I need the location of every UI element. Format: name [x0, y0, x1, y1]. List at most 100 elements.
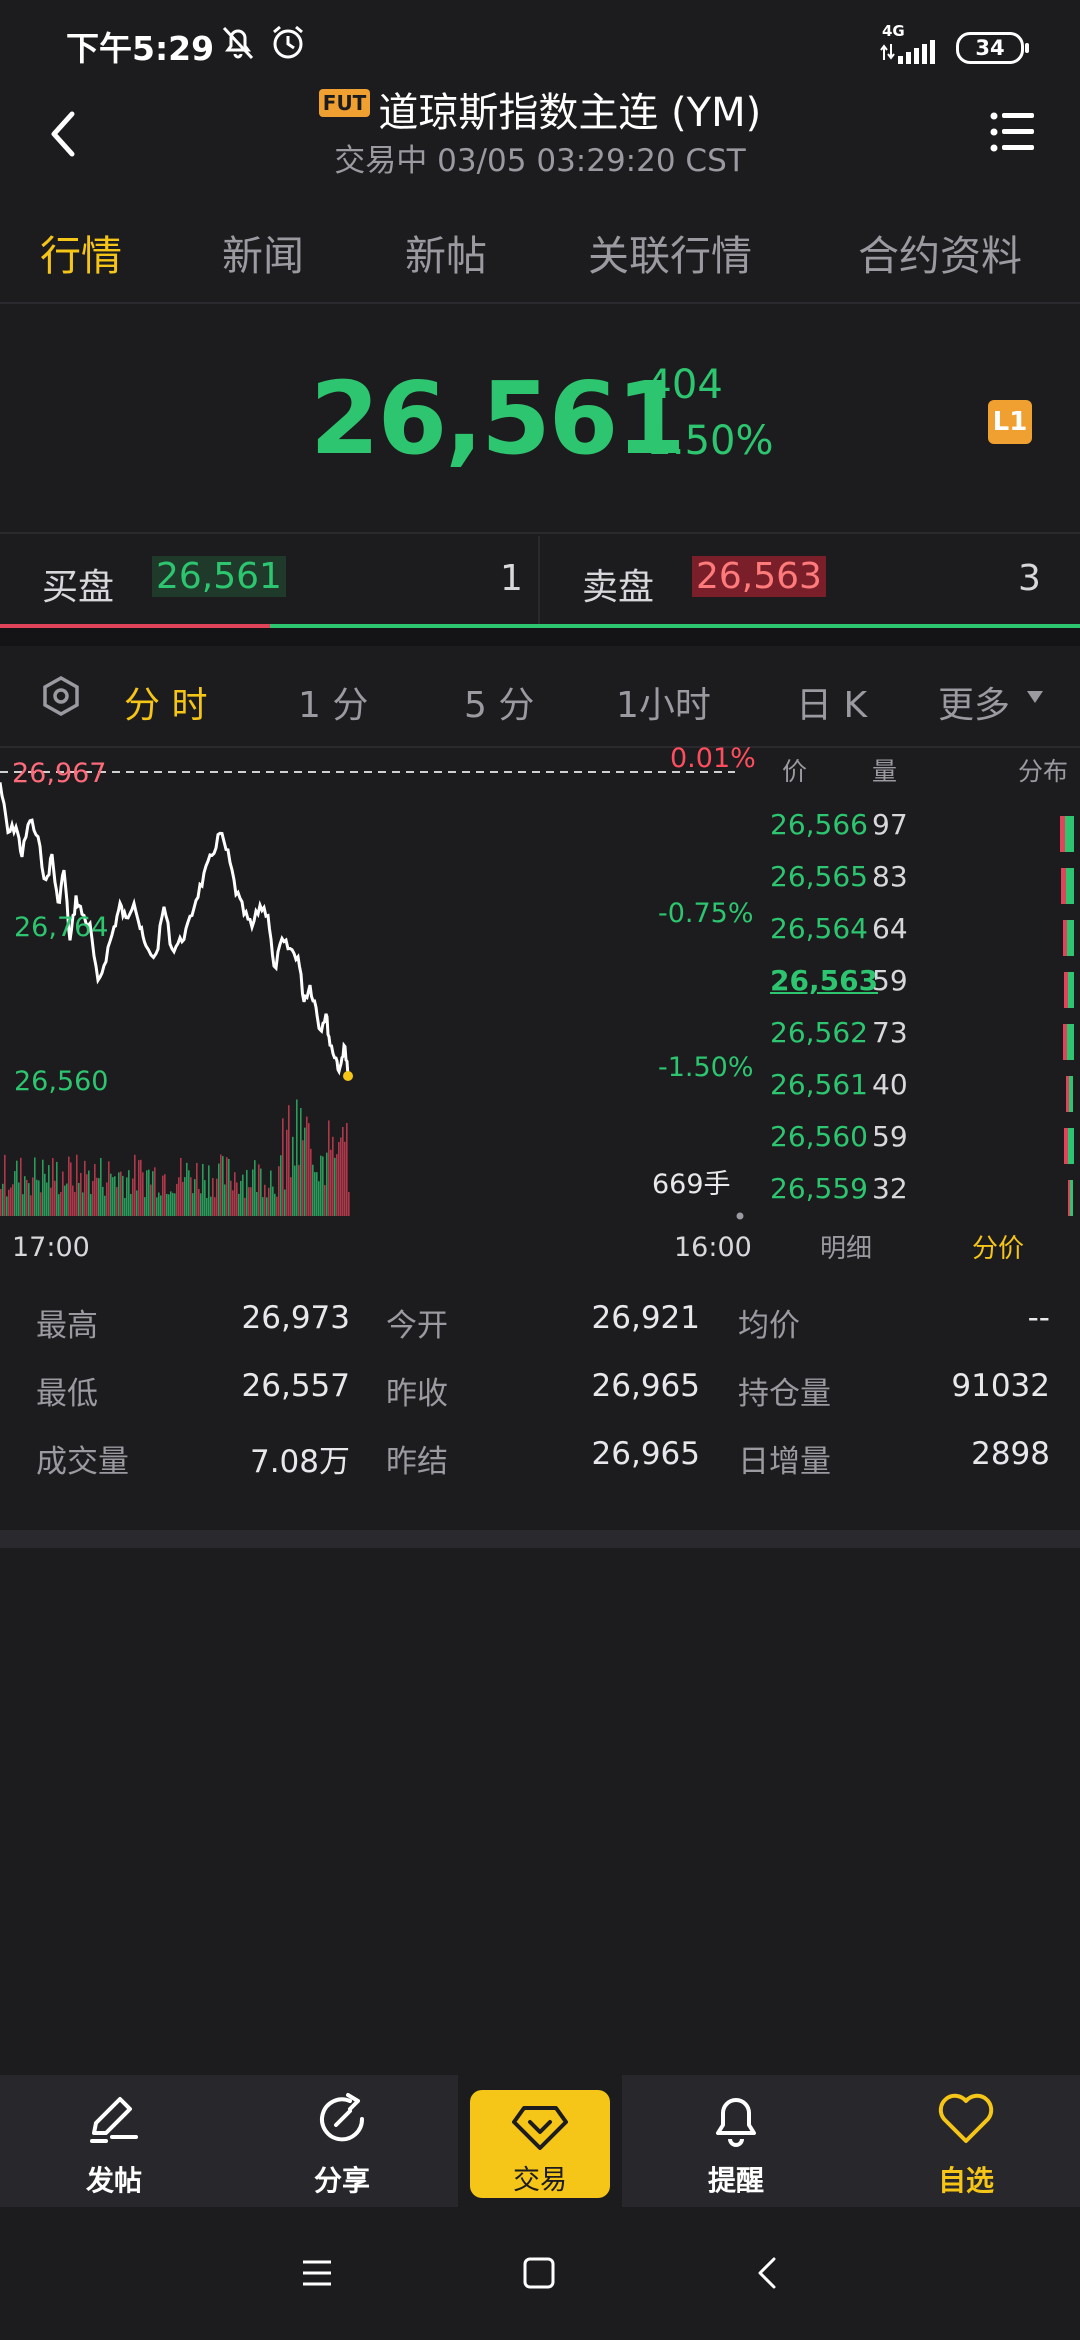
period-tab-intraday[interactable]: 分 时 [124, 676, 207, 728]
volume-bar [76, 1154, 78, 1216]
tab-contract-info[interactable]: 合约资料 [858, 222, 1022, 282]
edit-icon [90, 2097, 138, 2143]
order-book-detail-tab[interactable]: 明细 [820, 1228, 872, 1265]
volume-bar [80, 1172, 82, 1216]
menu-icon[interactable] [990, 110, 1036, 154]
chart-time-start: 17:00 [12, 1232, 90, 1263]
volume-bar [206, 1197, 208, 1216]
nav-post-button[interactable]: 发帖 [44, 2075, 184, 2207]
nav-trade-button[interactable]: 交易 [470, 2090, 610, 2198]
bell-icon [716, 2098, 756, 2147]
order-book-row: 26,564 64 [770, 912, 1080, 964]
volume-bar [0, 1188, 2, 1216]
volume-bar [214, 1197, 216, 1216]
period-tab-5min[interactable]: 5 分 [464, 676, 534, 728]
order-book-row: 26,560 59 [770, 1120, 1080, 1172]
nav-watchlist-button[interactable]: 自选 [896, 2075, 1036, 2207]
order-book-volume: 73 [872, 1016, 908, 1049]
volume-bar [82, 1192, 84, 1216]
volume-bar [30, 1195, 32, 1216]
volume-bar [28, 1183, 30, 1216]
volume-bar [290, 1177, 292, 1216]
trade-icon [512, 2106, 568, 2150]
period-tab-more[interactable]: 更多 [938, 676, 1010, 728]
volume-bar [238, 1193, 240, 1216]
period-tab-daily[interactable]: 日 K [796, 676, 867, 728]
order-book-header-volume: 量 [872, 757, 898, 786]
tab-quote[interactable]: 行情 [40, 222, 122, 282]
chart-settings-icon[interactable] [40, 675, 82, 717]
volume-bar [310, 1148, 312, 1216]
volume-bar [264, 1184, 266, 1216]
order-book-row: 26,566 97 [770, 808, 1080, 860]
nav-alert-button[interactable]: 提醒 [666, 2075, 806, 2207]
battery-indicator: 34 [956, 32, 1029, 64]
volume-bar [320, 1155, 322, 1216]
distribution-bar-buy [1067, 920, 1074, 956]
volume-bar [4, 1154, 6, 1216]
home-icon[interactable] [522, 2256, 556, 2290]
level-badge[interactable]: L1 [988, 400, 1032, 444]
tab-posts[interactable]: 新帖 [405, 222, 487, 282]
distribution-bar-buy [1069, 1076, 1073, 1112]
volume-bar [170, 1191, 172, 1216]
recent-apps-icon[interactable] [300, 2256, 334, 2290]
volume-bar [118, 1172, 120, 1216]
period-tab-1hour[interactable]: 1小时 [616, 676, 711, 728]
volume-bar [254, 1160, 256, 1216]
volume-bar [190, 1177, 192, 1216]
tab-related[interactable]: 关联行情 [588, 222, 752, 282]
volume-bar [136, 1190, 138, 1216]
stat-value-prev-close: 26,965 [591, 1368, 700, 1404]
volume-bar [142, 1172, 144, 1216]
stat-value-low: 26,557 [241, 1368, 350, 1404]
period-tab-1min[interactable]: 1 分 [298, 676, 368, 728]
order-book-price: 26,565 [770, 860, 868, 893]
volume-bar [94, 1164, 96, 1216]
system-back-icon[interactable] [752, 2256, 782, 2290]
nav-share-button[interactable]: 分享 [272, 2075, 412, 2207]
volume-bar [26, 1179, 28, 1216]
volume-bar [318, 1181, 320, 1216]
order-book-row: 26,561 40 [770, 1068, 1080, 1120]
volume-bar [266, 1197, 268, 1216]
volume-bar [280, 1155, 282, 1216]
order-book-price: 26,560 [770, 1120, 868, 1153]
volume-bar [282, 1118, 284, 1216]
volume-bar [132, 1178, 134, 1216]
chart-high-price: 26,967 [12, 758, 107, 789]
volume-bar [158, 1192, 160, 1216]
stat-label-daily-change: 日增量 [738, 1444, 831, 1480]
volume-bar [42, 1159, 44, 1216]
nav-watchlist-label: 自选 [937, 2164, 994, 2197]
volume-bar [160, 1195, 162, 1216]
intraday-chart[interactable] [0, 750, 760, 1230]
stat-value-avg: -- [1027, 1300, 1050, 1336]
volume-bar [212, 1178, 214, 1216]
volume-bar [314, 1172, 316, 1216]
order-book-row: 26,565 83 [770, 860, 1080, 912]
order-book-volume: 59 [872, 1120, 908, 1153]
stat-label-prev-settle: 昨结 [386, 1444, 448, 1480]
volume-label: 669手 [652, 1169, 731, 1200]
volume-bar [220, 1154, 222, 1216]
order-book-price: 26,562 [770, 1016, 868, 1049]
volume-bar [152, 1171, 154, 1216]
volume-bar [286, 1129, 288, 1216]
divider [0, 746, 1080, 748]
volume-bar [74, 1192, 76, 1216]
volume-bar [166, 1193, 168, 1216]
chart-low-pct: -1.50% [658, 1052, 754, 1083]
network-type: 4G [882, 22, 905, 40]
volume-bar [46, 1182, 48, 1216]
tab-news[interactable]: 新闻 [222, 222, 304, 282]
volume-bar [276, 1196, 278, 1216]
divider [0, 302, 1080, 304]
volume-bar [58, 1194, 60, 1216]
section-separator [0, 1530, 1080, 1548]
order-book-price-split-tab[interactable]: 分价 [972, 1228, 1024, 1265]
volume-bar [106, 1182, 108, 1216]
volume-bar [18, 1182, 20, 1216]
stat-value-daily-change: 2898 [971, 1436, 1050, 1472]
volume-bar [232, 1190, 234, 1216]
